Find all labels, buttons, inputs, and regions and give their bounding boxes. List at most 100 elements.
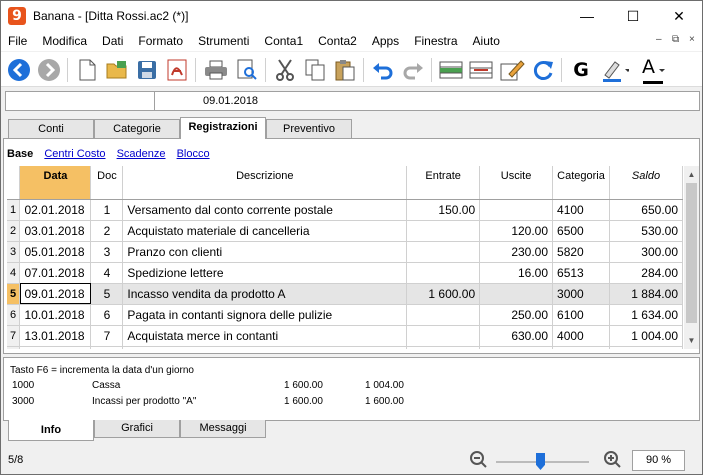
cell-doc[interactable] [90,346,124,349]
cell-value-field[interactable]: 09.01.2018 [203,95,258,107]
tab-registrazioni[interactable]: Registrazioni [180,117,266,139]
cell-categoria[interactable]: 3000 [552,283,610,305]
cell-reference[interactable] [6,92,155,110]
mdi-close-button[interactable]: × [689,34,695,45]
scroll-up-icon[interactable]: ▲ [684,167,699,182]
table-row[interactable]: 7 13.01.2018 7 Acquistata merce in conta… [7,325,683,347]
cell-descrizione[interactable]: Acquistato materiale di cancelleria [122,220,408,242]
cell-entrate[interactable] [406,325,481,347]
view-blocco[interactable]: Blocco [177,148,210,160]
cell-categoria[interactable]: 6100 [552,304,610,326]
cell-data[interactable] [19,346,92,349]
print-preview-icon[interactable] [233,56,261,84]
table-row[interactable]: 6 10.01.2018 6 Pagata in contanti signor… [7,304,683,326]
add-row-icon[interactable] [437,56,465,84]
cell-uscite[interactable]: 230.00 [479,241,554,263]
cell-entrate[interactable] [406,262,481,284]
tab-messaggi[interactable]: Messaggi [180,420,266,438]
delete-row-icon[interactable] [467,56,495,84]
cell-descrizione[interactable]: Pagata in contanti signora delle pulizie [122,304,408,326]
column-header-entrate[interactable]: Entrate [406,166,481,200]
tab-grafici[interactable]: Grafici [94,420,180,438]
menu-conta2[interactable]: Conta2 [311,34,365,48]
menu-aiuto[interactable]: Aiuto [466,34,508,48]
menu-finestra[interactable]: Finestra [407,34,465,48]
cell-categoria[interactable]: 6500 [552,220,610,242]
maximize-button[interactable]: ☐ [610,1,656,31]
cell-data[interactable]: 02.01.2018 [19,199,92,221]
save-icon[interactable] [133,56,161,84]
vertical-scrollbar[interactable]: ▲ ▼ [684,166,699,349]
cell-categoria[interactable]: 5820 [552,241,610,263]
cell-data[interactable]: 07.01.2018 [19,262,92,284]
menu-strumenti[interactable]: Strumenti [191,34,257,48]
cell-descrizione[interactable]: Pranzo con clienti [122,241,408,263]
cell-entrate[interactable] [406,346,481,349]
font-color-icon[interactable]: A [639,56,671,84]
menu-conta1[interactable]: Conta1 [257,34,311,48]
cell-doc[interactable]: 3 [90,241,124,263]
zoom-out-icon[interactable] [469,450,489,473]
cell-entrate[interactable]: 150.00 [406,199,481,221]
view-base[interactable]: Base [7,148,33,160]
cell-uscite[interactable]: 120.00 [479,220,554,242]
view-centri-costo[interactable]: Centri Costo [44,148,105,160]
tab-info[interactable]: Info [8,420,94,441]
cell-categoria[interactable]: 6513 [552,262,610,284]
column-header-categoria[interactable]: Categoria [552,166,610,200]
bold-icon[interactable]: G [567,56,595,84]
column-header-uscite[interactable]: Uscite [479,166,554,200]
cell-entrate[interactable]: 1 600.00 [406,283,481,305]
column-header-descrizione[interactable]: Descrizione [122,166,408,200]
zoom-slider-thumb[interactable] [536,453,545,470]
new-file-icon[interactable] [73,56,101,84]
edit-cell-icon[interactable] [498,56,526,84]
close-button[interactable]: ✕ [656,1,702,31]
app-icon[interactable]: 9 [8,7,26,25]
zoom-level-field[interactable]: 90 % [632,450,685,471]
cell-entrate[interactable] [406,241,481,263]
cell-entrate[interactable] [406,304,481,326]
cell-data[interactable]: 13.01.2018 [19,325,92,347]
highlight-icon[interactable] [601,56,629,84]
tab-conti[interactable]: Conti [8,119,94,139]
column-header-data[interactable]: Data [19,166,92,200]
forward-icon[interactable] [35,56,63,84]
menu-file[interactable]: File [1,34,35,48]
cell-data[interactable]: 05.01.2018 [19,241,92,263]
cell-descrizione[interactable]: Acquistata merce in contanti [122,325,408,347]
cell-uscite[interactable] [479,199,554,221]
cell-data[interactable]: 10.01.2018 [19,304,92,326]
scroll-down-icon[interactable]: ▼ [684,333,699,348]
copy-icon[interactable] [301,56,329,84]
cell-uscite[interactable]: 630.00 [479,325,554,347]
cell-doc[interactable]: 7 [90,325,124,347]
mdi-restore-button[interactable]: ⧉ [672,34,679,45]
cell-doc[interactable]: 4 [90,262,124,284]
paste-icon[interactable] [331,56,359,84]
table-row[interactable]: 1 02.01.2018 1 Versamento dal conto corr… [7,199,683,221]
cell-descrizione[interactable]: Versamento dal conto corrente postale [122,199,408,221]
cell-data[interactable]: 03.01.2018 [19,220,92,242]
minimize-button[interactable]: — [564,1,610,31]
cell-descrizione[interactable]: Spedizione lettere [122,262,408,284]
view-scadenze[interactable]: Scadenze [117,148,166,160]
scrollbar-thumb[interactable] [686,183,697,323]
cut-icon[interactable] [271,56,299,84]
menu-formato[interactable]: Formato [131,34,191,48]
cell-uscite[interactable]: 16.00 [479,262,554,284]
menu-apps[interactable]: Apps [365,34,407,48]
table-row-empty[interactable] [7,346,683,349]
table-row[interactable]: 2 03.01.2018 2 Acquistato materiale di c… [7,220,683,242]
menu-modifica[interactable]: Modifica [35,34,95,48]
cell-uscite[interactable] [479,346,554,349]
column-header-doc[interactable]: Doc [90,166,124,200]
menu-dati[interactable]: Dati [95,34,131,48]
tab-categorie[interactable]: Categorie [94,119,180,139]
mdi-minimize-button[interactable]: – [656,34,662,45]
cell-doc[interactable]: 5 [90,283,124,305]
cell-categoria[interactable]: 4100 [552,199,610,221]
print-icon[interactable] [202,56,230,84]
zoom-in-icon[interactable] [603,450,623,473]
cell-entrate[interactable] [406,220,481,242]
